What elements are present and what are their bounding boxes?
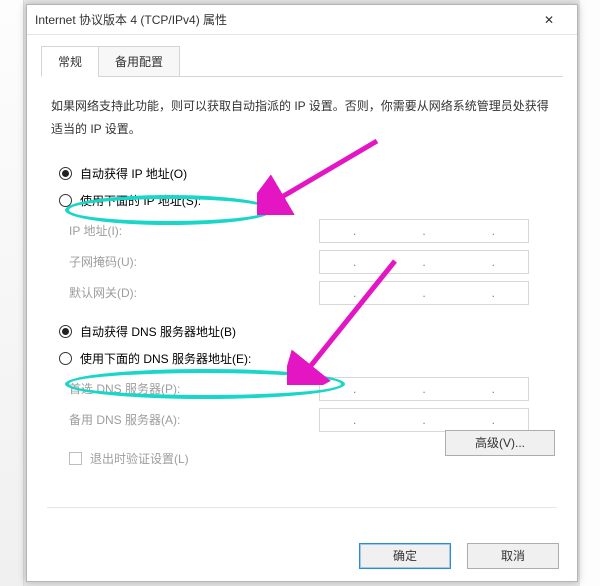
input-dns-alternate[interactable]: ... — [319, 408, 529, 432]
description-text: 如果网络支持此功能，则可以获取自动指派的 IP 设置。否则，你需要从网络系统管理… — [51, 95, 553, 141]
radio-ip-auto[interactable]: 自动获得 IP 地址(O) — [59, 165, 555, 182]
input-ip-address[interactable]: ... — [319, 219, 529, 243]
dialog-button-row: 确定 取消 — [359, 543, 559, 569]
cancel-button[interactable]: 取消 — [467, 543, 559, 569]
dns-fields-group: 首选 DNS 服务器(P): ... 备用 DNS 服务器(A): ... — [69, 377, 553, 432]
field-dns-preferred: 首选 DNS 服务器(P): ... — [69, 377, 553, 401]
tab-strip: 常规 备用配置 — [41, 45, 563, 77]
background-right-strip — [580, 0, 600, 586]
tab-alternate-label: 备用配置 — [115, 55, 163, 69]
radio-ip-manual-label: 使用下面的 IP 地址(S): — [80, 192, 201, 209]
separator — [47, 507, 557, 508]
checkbox-validate-label: 退出时验证设置(L) — [90, 450, 189, 467]
close-icon: ✕ — [544, 13, 554, 27]
background-left-strip — [0, 0, 24, 586]
radio-dot-selected-icon — [59, 325, 72, 338]
tab-alternate[interactable]: 备用配置 — [98, 46, 180, 77]
ok-button[interactable]: 确定 — [359, 543, 451, 569]
cancel-button-label: 取消 — [501, 549, 525, 563]
tab-page-general: 如果网络支持此功能，则可以获取自动指派的 IP 设置。否则，你需要从网络系统管理… — [41, 77, 563, 473]
tab-general[interactable]: 常规 — [41, 46, 99, 77]
ipv4-properties-window: Internet 协议版本 4 (TCP/IPv4) 属性 ✕ 常规 备用配置 … — [26, 4, 578, 582]
radio-dot-unselected-icon — [59, 352, 72, 365]
input-gateway[interactable]: ... — [319, 281, 529, 305]
label-ip-address: IP 地址(I): — [69, 222, 319, 239]
ip-fields-group: IP 地址(I): ... 子网掩码(U): ... 默认网关(D): ... — [69, 219, 553, 305]
field-subnet: 子网掩码(U): ... — [69, 250, 553, 274]
window-title: Internet 协议版本 4 (TCP/IPv4) 属性 — [35, 11, 529, 28]
titlebar: Internet 协议版本 4 (TCP/IPv4) 属性 ✕ — [27, 5, 577, 35]
field-gateway: 默认网关(D): ... — [69, 281, 553, 305]
radio-ip-auto-label: 自动获得 IP 地址(O) — [80, 165, 187, 182]
label-gateway: 默认网关(D): — [69, 284, 319, 301]
radio-dns-manual-label: 使用下面的 DNS 服务器地址(E): — [80, 350, 251, 367]
client-area: 常规 备用配置 如果网络支持此功能，则可以获取自动指派的 IP 设置。否则，你需… — [27, 35, 577, 518]
advanced-button-label: 高级(V)... — [475, 436, 525, 450]
ok-button-label: 确定 — [393, 549, 417, 563]
input-dns-preferred[interactable]: ... — [319, 377, 529, 401]
label-subnet: 子网掩码(U): — [69, 253, 319, 270]
tab-general-label: 常规 — [58, 55, 82, 69]
radio-dot-unselected-icon — [59, 194, 72, 207]
checkbox-box-icon — [69, 452, 82, 465]
radio-dns-manual[interactable]: 使用下面的 DNS 服务器地址(E): — [59, 350, 555, 367]
field-ip-address: IP 地址(I): ... — [69, 219, 553, 243]
close-button[interactable]: ✕ — [529, 6, 569, 34]
label-dns-preferred: 首选 DNS 服务器(P): — [69, 380, 319, 397]
radio-dns-auto[interactable]: 自动获得 DNS 服务器地址(B) — [59, 323, 555, 340]
label-dns-alternate: 备用 DNS 服务器(A): — [69, 411, 319, 428]
radio-dot-selected-icon — [59, 167, 72, 180]
radio-ip-manual[interactable]: 使用下面的 IP 地址(S): — [59, 192, 555, 209]
radio-dns-auto-label: 自动获得 DNS 服务器地址(B) — [80, 323, 236, 340]
field-dns-alternate: 备用 DNS 服务器(A): ... — [69, 408, 553, 432]
input-subnet[interactable]: ... — [319, 250, 529, 274]
advanced-button[interactable]: 高级(V)... — [445, 430, 555, 456]
